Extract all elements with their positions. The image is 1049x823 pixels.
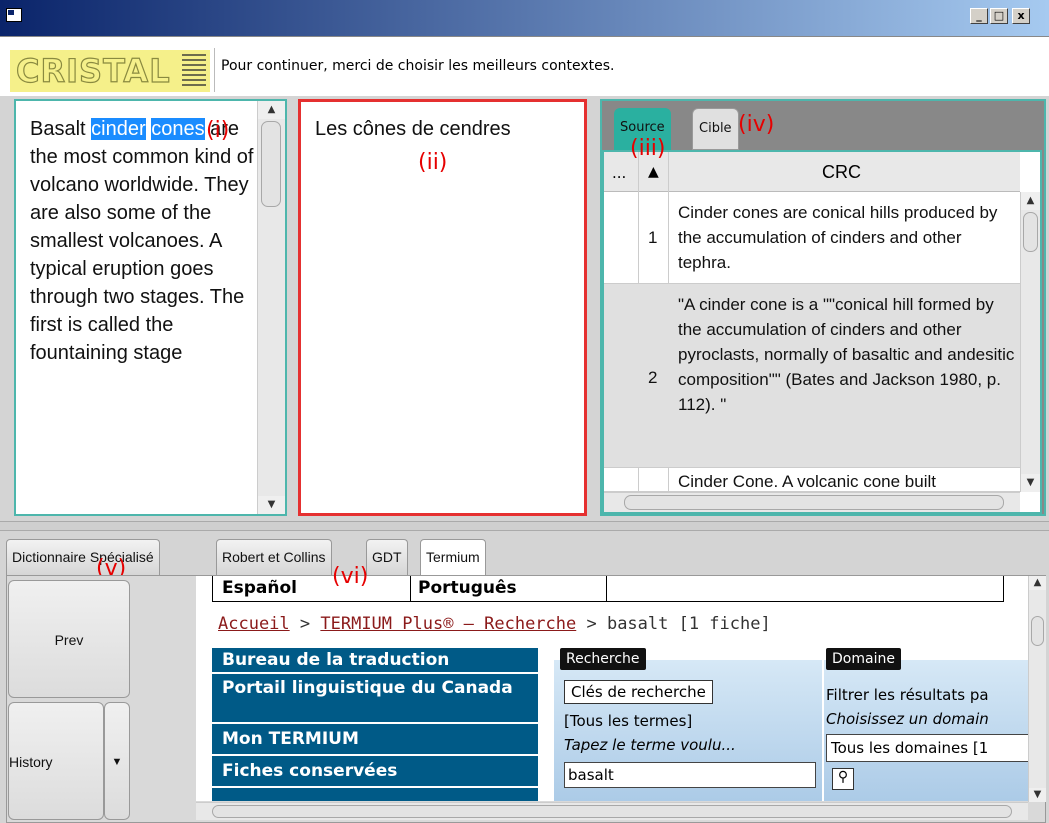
logo-text: CRISTAL xyxy=(15,51,171,90)
crumb-home[interactable]: Accueil xyxy=(218,614,290,634)
contexts-table[interactable]: ... ▲ CRC 1 Cinder cones are conical hil… xyxy=(602,150,1042,514)
tous-termes[interactable]: [Tous les termes] xyxy=(564,712,692,730)
table-hscroll[interactable] xyxy=(604,492,1020,512)
table-row[interactable]: Cinder Cone. A volcanic cone built xyxy=(604,468,1020,492)
scroll-thumb[interactable] xyxy=(1031,616,1044,646)
table-row[interactable]: 2 "A cinder cone is a ""conical hill for… xyxy=(604,284,1020,468)
highlight-cones[interactable]: cones xyxy=(151,118,205,140)
source-text-panel[interactable]: Basalt cinder cones are the most common … xyxy=(14,99,287,516)
filtrer-text: Filtrer les résultats pa xyxy=(826,686,989,704)
lang-divider xyxy=(410,576,411,602)
instruction-message: Pour continuer, merci de choisir les mei… xyxy=(214,48,1044,92)
scroll-thumb[interactable] xyxy=(624,495,1004,510)
scroll-down-arrow[interactable]: ▼ xyxy=(258,496,285,514)
row-number: 1 xyxy=(648,228,658,247)
tab-dictionnaire[interactable]: Dictionnaire Spécialisé xyxy=(6,539,160,575)
menu-bureau[interactable]: Bureau de la traduction xyxy=(212,648,538,672)
scroll-thumb[interactable] xyxy=(1023,212,1038,252)
row-context[interactable]: "A cinder cone is a ""conical hill forme… xyxy=(678,292,1018,468)
col-crc[interactable]: CRC xyxy=(822,162,861,183)
crumb-recherche[interactable]: TERMIUM Plus® – Recherche xyxy=(320,614,576,634)
scroll-down-arrow[interactable]: ▼ xyxy=(1029,788,1046,802)
menu-mon-termium[interactable]: Mon TERMIUM xyxy=(212,724,538,754)
scroll-down-arrow[interactable]: ▼ xyxy=(1021,474,1040,492)
table-vscroll[interactable]: ▲ ▼ xyxy=(1020,192,1040,492)
cristal-logo: CRISTAL xyxy=(10,50,210,92)
table-header xyxy=(604,152,1020,192)
lang-portugues[interactable]: Português xyxy=(418,578,517,598)
table-row[interactable]: 1 Cinder cones are conical hills produce… xyxy=(604,192,1020,284)
scroll-up-arrow[interactable]: ▲ xyxy=(258,101,285,119)
domaine-box xyxy=(824,660,1028,801)
web-hscroll[interactable] xyxy=(196,802,1028,820)
history-button[interactable]: History xyxy=(8,702,104,820)
col-sort[interactable]: ▲ xyxy=(648,164,659,180)
search-input[interactable]: basalt xyxy=(564,762,816,788)
prev-button[interactable]: Prev xyxy=(8,580,130,698)
target-text[interactable]: Les cônes de cendres xyxy=(315,118,511,141)
scroll-thumb[interactable] xyxy=(261,121,281,207)
maximize-button[interactable]: □ xyxy=(990,8,1008,24)
col-dots[interactable]: ... xyxy=(612,164,626,182)
history-dropdown[interactable]: ▼ xyxy=(104,702,130,820)
title-bar xyxy=(0,0,1049,36)
minimize-button[interactable]: _ xyxy=(970,8,988,24)
search-icon[interactable]: ⚲ xyxy=(832,768,854,790)
row-context[interactable]: Cinder cones are conical hills produced … xyxy=(678,200,1018,275)
recherche-label: Recherche xyxy=(560,648,646,670)
app-icon xyxy=(6,8,22,22)
lang-divider xyxy=(606,576,607,602)
termium-webview[interactable]: Español Português Accueil > TERMIUM Plus… xyxy=(196,576,1028,801)
close-button[interactable]: x xyxy=(1012,8,1030,24)
tab-termium[interactable]: Termium xyxy=(420,539,486,575)
source-scrollbar[interactable]: ▲ ▼ xyxy=(257,101,285,514)
choisissez-label: Choisissez un domain xyxy=(826,710,989,728)
row-number: 2 xyxy=(648,368,658,387)
domaine-label: Domaine xyxy=(826,648,901,670)
language-bar xyxy=(212,576,1004,602)
marker-iii: (iii) xyxy=(630,136,666,161)
breadcrumb: Accueil > TERMIUM Plus® – Recherche > ba… xyxy=(218,614,771,634)
menu-more[interactable] xyxy=(212,788,538,801)
menu-portail[interactable]: Portail linguistique du Canada xyxy=(212,674,538,722)
marker-iv: (iv) xyxy=(738,112,775,137)
scroll-thumb[interactable] xyxy=(212,805,1012,818)
scroll-up-arrow[interactable]: ▲ xyxy=(1029,576,1046,590)
lang-espanol[interactable]: Español xyxy=(222,578,297,598)
highlight-cinder[interactable]: cinder xyxy=(91,118,146,140)
logo-decoration xyxy=(182,54,206,88)
row-context[interactable]: Cinder Cone. A volcanic cone built xyxy=(678,472,1020,491)
tab-cible[interactable]: Cible xyxy=(692,108,739,150)
menu-fiches[interactable]: Fiches conservées xyxy=(212,756,538,786)
marker-ii: (ii) xyxy=(418,150,448,175)
horizontal-splitter[interactable] xyxy=(0,521,1049,531)
cles-button[interactable]: Clés de recherche xyxy=(564,680,713,704)
tapez-label: Tapez le terme voulu... xyxy=(564,736,736,754)
tab-gdt[interactable]: GDT xyxy=(366,539,408,575)
domain-select[interactable]: Tous les domaines [1 xyxy=(826,734,1028,762)
tab-robert-collins[interactable]: Robert et Collins xyxy=(216,539,332,575)
marker-i: (i) xyxy=(206,118,230,143)
scroll-up-arrow[interactable]: ▲ xyxy=(1021,192,1040,210)
source-text[interactable]: Basalt cinder cones are the most common … xyxy=(30,115,260,513)
web-vscroll[interactable]: ▲ ▼ xyxy=(1028,576,1046,802)
marker-vi: (vi) xyxy=(332,564,369,589)
